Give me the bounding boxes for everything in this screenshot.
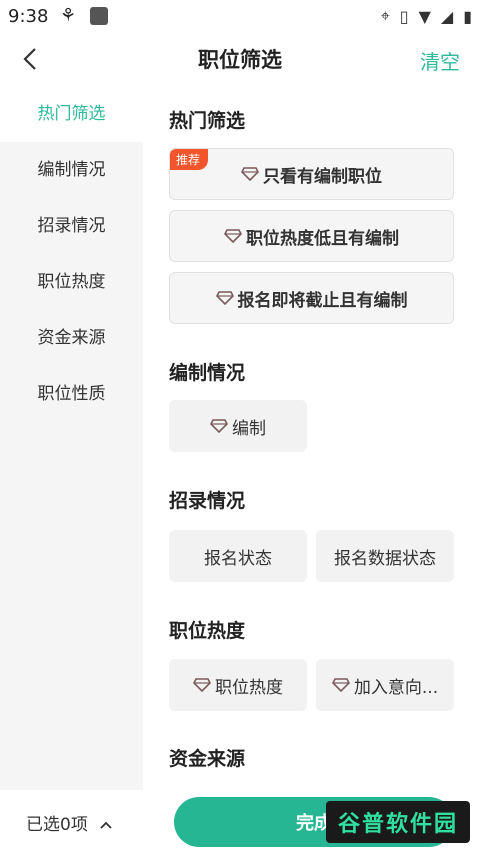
section-title-hot: 热门筛选 xyxy=(169,110,246,132)
option-label: 职位热度低且有编制 xyxy=(246,228,399,249)
option-signup-status[interactable]: 报名状态 xyxy=(169,530,307,582)
battery-icon: ▮ xyxy=(463,6,472,26)
option-only-bianzhi[interactable]: 推荐 只看有编制职位 xyxy=(169,148,454,200)
page-title: 职位筛选 xyxy=(198,48,282,72)
bug-icon: ⚘ xyxy=(60,5,77,26)
status-icons: ⌖ ▯ ▼ ◢ ▮ xyxy=(381,6,472,26)
option-join-intent[interactable]: 加入意向... xyxy=(316,659,454,711)
option-bianzhi[interactable]: 编制 xyxy=(169,400,307,452)
watermark-logo: 谷普软件园 xyxy=(326,801,470,843)
section-title-zijin: 资金来源 xyxy=(169,748,246,770)
vibrate-icon: ▯ xyxy=(399,6,409,26)
sidebar-item-zhaolu[interactable]: 招录情况 xyxy=(0,198,143,254)
option-label: 报名即将截止且有编制 xyxy=(237,290,408,311)
sidebar-item-redu[interactable]: 职位热度 xyxy=(0,254,143,310)
gem-icon xyxy=(241,167,259,181)
clear-button[interactable]: 清空 xyxy=(420,46,460,75)
status-bar: 9:38 ⚘ ⌖ ▯ ▼ ◢ ▮ xyxy=(0,0,480,34)
wifi-icon: ▼ xyxy=(418,6,431,26)
section-title-bianzhi: 编制情况 xyxy=(169,362,246,384)
gem-icon xyxy=(224,229,242,243)
selected-count-toggle[interactable]: 已选0项 xyxy=(26,810,113,835)
option-label: 只看有编制职位 xyxy=(263,166,382,187)
option-low-heat-bianzhi[interactable]: 职位热度低且有编制 xyxy=(169,210,454,262)
status-time: 9:38 xyxy=(8,6,49,27)
sidebar-item-xingzhi[interactable]: 职位性质 xyxy=(0,366,143,422)
section-title-redu: 职位热度 xyxy=(169,620,246,642)
option-label: 加入意向... xyxy=(353,677,439,698)
sidebar: 热门筛选 编制情况 招录情况 职位热度 资金来源 职位性质 xyxy=(0,86,143,790)
gem-icon xyxy=(331,678,350,692)
location-icon: ⌖ xyxy=(380,6,390,25)
section-title-zhaolu: 招录情况 xyxy=(169,490,246,512)
gem-icon xyxy=(215,291,234,305)
app-icon xyxy=(90,7,108,25)
sidebar-item-hot[interactable]: 热门筛选 xyxy=(0,86,143,142)
chevron-up-icon xyxy=(100,821,112,829)
nav-bar: 职位筛选 清空 xyxy=(0,34,480,84)
option-label: 职位热度 xyxy=(215,677,283,698)
recommend-badge: 推荐 xyxy=(170,149,209,170)
option-label: 报名状态 xyxy=(204,548,272,569)
signal-icon: ◢ xyxy=(440,6,454,26)
gem-icon xyxy=(210,419,228,433)
sidebar-item-zijin[interactable]: 资金来源 xyxy=(0,310,143,366)
option-deadline-bianzhi[interactable]: 报名即将截止且有编制 xyxy=(169,272,454,324)
option-signup-data-status[interactable]: 报名数据状态 xyxy=(316,530,454,582)
filter-panel: 热门筛选 推荐 只看有编制职位 职位热度低且有编制 报名即将截止且有编制 编制情… xyxy=(143,86,480,790)
option-position-heat[interactable]: 职位热度 xyxy=(169,659,307,711)
option-label: 编制 xyxy=(232,418,266,439)
sidebar-item-bianzhi[interactable]: 编制情况 xyxy=(0,142,143,198)
selected-count-label: 已选0项 xyxy=(26,815,88,835)
option-label: 报名数据状态 xyxy=(334,548,436,569)
gem-icon xyxy=(193,678,211,692)
